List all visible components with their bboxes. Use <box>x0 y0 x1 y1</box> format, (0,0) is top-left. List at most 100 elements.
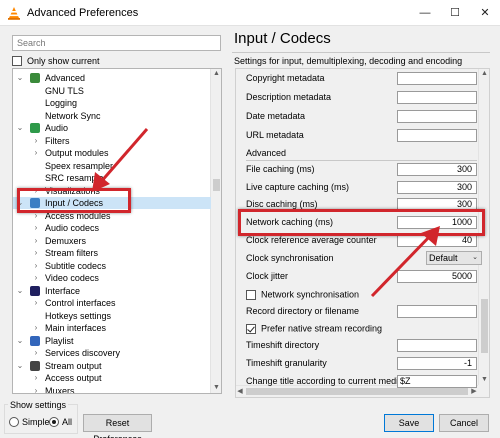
setting-label: Network synchronisation <box>261 289 360 300</box>
scrollbar-thumb[interactable] <box>246 388 468 395</box>
tree-item[interactable]: › Control interfaces <box>13 297 211 309</box>
tree-item-label: Playlist <box>45 335 74 346</box>
tree-item-label: Hotkeys settings <box>45 310 112 321</box>
chevron-down-icon[interactable]: ⌄ <box>16 360 24 372</box>
chevron-down-icon[interactable]: ⌄ <box>16 335 24 347</box>
setting-field[interactable] <box>397 72 477 85</box>
chevron-right-icon[interactable]: › <box>32 297 40 309</box>
scroll-down-arrow-icon[interactable]: ▼ <box>211 383 221 393</box>
tree-item[interactable]: Speex resampler <box>13 160 211 172</box>
search-input[interactable]: Search <box>12 35 221 51</box>
chevron-right-icon[interactable]: › <box>32 372 40 384</box>
minimize-button[interactable]: — <box>410 0 440 26</box>
tree-item[interactable]: ⌄ Audio <box>13 122 211 134</box>
all-label: All <box>62 417 73 427</box>
chevron-right-icon[interactable]: › <box>32 147 40 159</box>
tree-item[interactable]: › Muxers <box>13 385 211 394</box>
setting-label: Clock jitter <box>246 271 289 281</box>
tree-item[interactable]: ⌄ Interface <box>13 285 211 297</box>
chevron-right-icon[interactable]: › <box>32 385 40 394</box>
cancel-button[interactable]: Cancel <box>439 414 489 432</box>
setting-label: File caching (ms) <box>246 164 315 174</box>
simple-radio[interactable]: Simple <box>9 417 50 427</box>
tree-item[interactable]: › Output modules <box>13 147 211 159</box>
tree-item[interactable]: › Access output <box>13 372 211 384</box>
scroll-left-arrow-icon[interactable]: ◀ <box>236 387 244 397</box>
checkbox-icon[interactable] <box>246 323 256 334</box>
checkbox-icon[interactable] <box>246 289 256 300</box>
scroll-down-arrow-icon[interactable]: ▼ <box>479 375 489 385</box>
tree-item[interactable]: ⌄ Stream output <box>13 360 211 372</box>
scrollbar-thumb[interactable] <box>213 179 220 191</box>
all-radio[interactable]: All <box>49 417 72 427</box>
checkbox-icon[interactable] <box>12 56 22 66</box>
chevron-right-icon[interactable]: › <box>32 260 40 272</box>
maximize-button[interactable]: ☐ <box>440 0 470 26</box>
tree-item-label: GNU TLS <box>45 85 84 96</box>
chevron-down-icon[interactable]: ⌄ <box>16 122 24 134</box>
radio-selected-icon[interactable] <box>49 417 59 427</box>
tree-item[interactable]: › Stream filters <box>13 247 211 259</box>
radio-icon[interactable] <box>9 417 19 427</box>
setting-checkbox-row[interactable]: Network synchronisation <box>246 289 359 300</box>
tree-item[interactable]: › Services discovery <box>13 347 211 359</box>
chevron-right-icon[interactable]: › <box>32 135 40 147</box>
setting-field[interactable]: 300 <box>397 163 477 176</box>
tree-item-label: Logging <box>45 98 78 108</box>
setting-field[interactable]: $Z <box>397 375 477 388</box>
chevron-right-icon[interactable]: › <box>32 347 40 359</box>
setting-field[interactable]: 5000 <box>397 270 477 283</box>
chevron-right-icon[interactable]: › <box>32 222 40 234</box>
chevron-down-icon[interactable]: ⌄ <box>472 252 478 264</box>
tree-item[interactable]: › Subtitle codecs <box>13 260 211 272</box>
setting-field[interactable] <box>397 110 477 123</box>
tree-item[interactable]: Hotkeys settings <box>13 310 211 322</box>
show-settings-legend: Show settings <box>8 400 69 410</box>
tree-item[interactable]: › Audio codecs <box>13 222 211 234</box>
tree-item[interactable]: GNU TLS <box>13 85 211 97</box>
close-button[interactable]: ✕ <box>470 0 500 26</box>
tree-item-label: Main interfaces <box>45 323 107 333</box>
tree-item[interactable]: Logging <box>13 97 211 109</box>
only-show-current-checkbox[interactable]: Only show current <box>12 54 100 68</box>
tree-item-label: Subtitle codecs <box>45 260 107 271</box>
scrollbar-thumb[interactable] <box>481 299 488 353</box>
tree-item[interactable]: › Main interfaces <box>13 322 211 334</box>
scroll-right-arrow-icon[interactable]: ▶ <box>470 387 478 397</box>
reset-preferences-button[interactable]: Reset Preferences <box>83 414 152 438</box>
title-divider <box>232 52 490 53</box>
tree-item[interactable]: ⌄ Advanced <box>13 72 211 84</box>
chevron-down-icon[interactable]: ⌄ <box>16 72 24 84</box>
tree-item[interactable]: SRC resampler <box>13 172 211 184</box>
tree-scrollbar[interactable]: ▲ ▼ <box>210 69 221 393</box>
setting-field[interactable]: -1 <box>397 357 477 370</box>
setting-label: Clock synchronisation <box>246 253 334 263</box>
scroll-up-arrow-icon[interactable]: ▲ <box>479 69 489 79</box>
setting-field[interactable] <box>397 91 477 104</box>
simple-label: Simple <box>22 417 50 427</box>
tree-item[interactable]: Network Sync <box>13 110 211 122</box>
clock-sync-dropdown[interactable]: Default ⌄ <box>426 251 482 265</box>
setting-field[interactable] <box>397 339 477 352</box>
page-subtitle: Settings for input, demultiplexing, deco… <box>234 56 463 66</box>
setting-field[interactable] <box>397 129 477 142</box>
tree-item[interactable]: ⌄ Playlist <box>13 335 211 347</box>
chevron-right-icon[interactable]: › <box>32 235 40 247</box>
chevron-down-icon[interactable]: ⌄ <box>16 285 24 297</box>
category-tree[interactable]: ▲ ▼ ⌄ Advanced GNU TLS Logging Network Sync ⌄… <box>12 68 222 394</box>
tree-item[interactable]: › Demuxers <box>13 235 211 247</box>
audio-icon <box>30 123 40 133</box>
show-settings-group: Show settings Simple All <box>4 400 78 434</box>
setting-label: Clock reference average counter <box>246 235 377 245</box>
tree-item[interactable]: › Filters <box>13 135 211 147</box>
chevron-right-icon[interactable]: › <box>32 247 40 259</box>
chevron-right-icon[interactable]: › <box>32 322 40 334</box>
chevron-right-icon[interactable]: › <box>32 272 40 284</box>
save-button[interactable]: Save <box>384 414 434 432</box>
scroll-up-arrow-icon[interactable]: ▲ <box>211 69 221 79</box>
setting-field[interactable] <box>397 305 477 318</box>
tree-item[interactable]: › Video codecs <box>13 272 211 284</box>
tree-item-label: Speex resampler <box>45 160 114 171</box>
setting-field[interactable]: 300 <box>397 181 477 194</box>
setting-checkbox-row[interactable]: Prefer native stream recording <box>246 323 382 334</box>
